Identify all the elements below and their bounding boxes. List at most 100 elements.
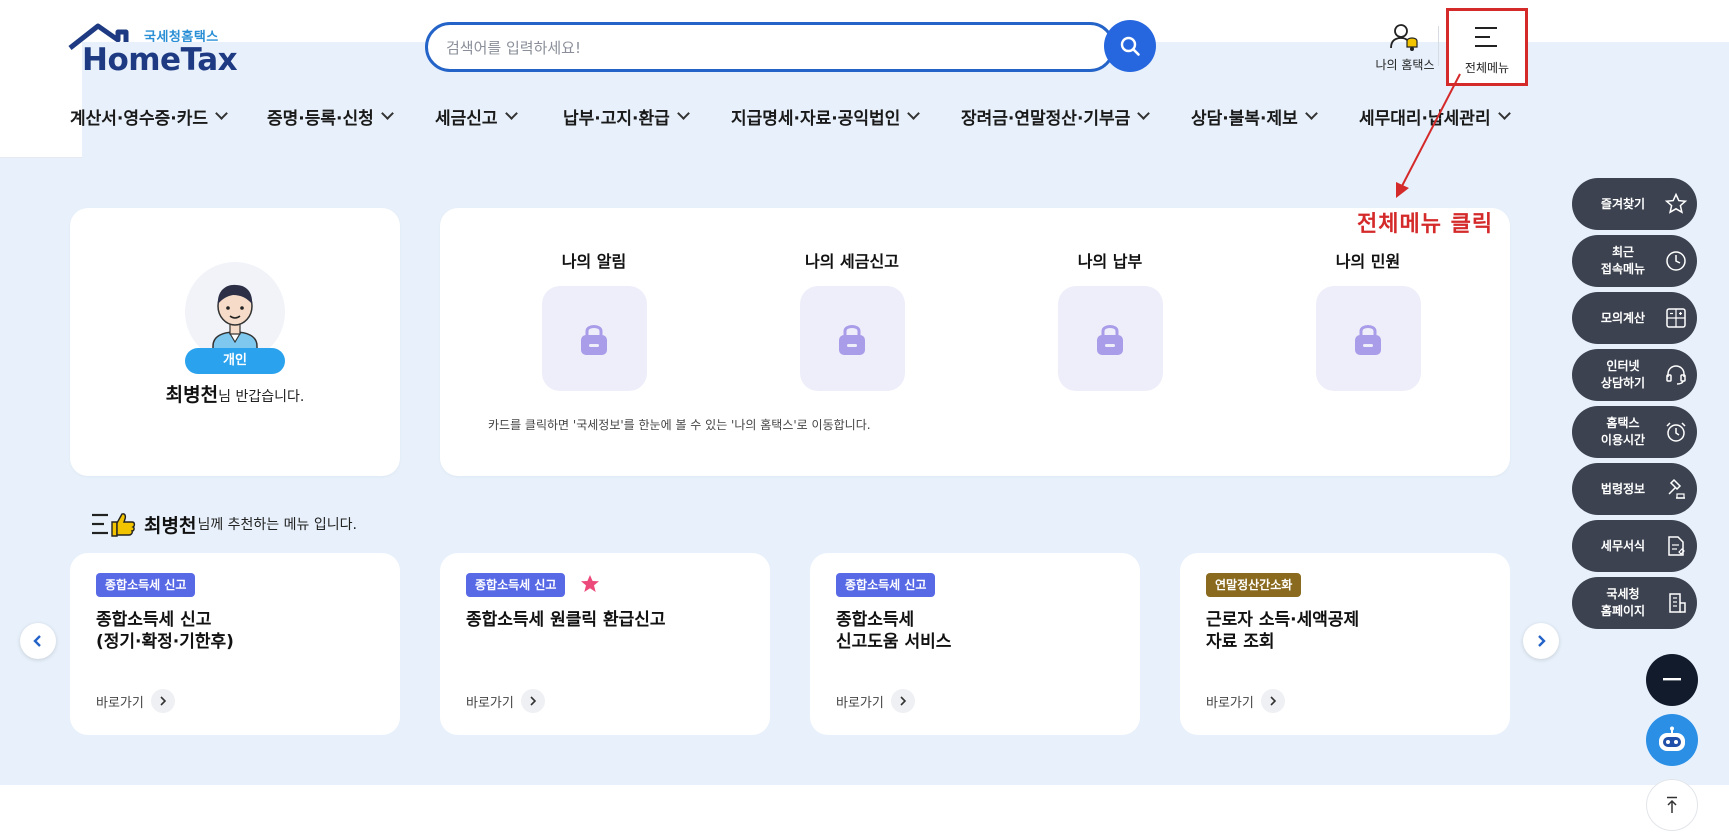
my-civil-petition-card[interactable]: 나의 민원: [1288, 248, 1448, 391]
user-bell-icon: [1390, 24, 1418, 51]
recommend-user-name: 최병천: [144, 514, 197, 537]
document-icon: [1668, 536, 1685, 556]
nav-label: 계산서·영수증·카드: [70, 108, 209, 129]
search-button[interactable]: [1104, 20, 1156, 72]
chatbot-button[interactable]: [1646, 714, 1698, 766]
quick-mock-calculation[interactable]: 모의계산: [1572, 292, 1697, 344]
recommend-card-one-click-refund[interactable]: 종합소득세 신고 종합소득세 원클릭 환급신고 바로가기: [440, 553, 770, 735]
chevron-down-icon: [1137, 107, 1151, 120]
search-input[interactable]: [446, 35, 1006, 61]
header-divider: [1438, 26, 1439, 66]
chevron-right-icon: [890, 689, 915, 713]
quick-law-info[interactable]: 법령정보: [1572, 463, 1697, 515]
quick-label: 인터넷 상담하기: [1600, 359, 1646, 390]
chevron-down-icon: [504, 107, 518, 120]
quick-label: 최근 접속메뉴: [1600, 245, 1646, 276]
shortcut-label: 바로가기: [466, 695, 514, 711]
shortcut-label: 바로가기: [836, 695, 884, 711]
shortcut-label: 바로가기: [96, 695, 144, 711]
quick-favorites[interactable]: 즐겨찾기: [1572, 178, 1697, 230]
lock-icon: [581, 324, 607, 355]
my-tax-filing-card[interactable]: 나의 세금신고: [772, 248, 932, 391]
my-payment-card[interactable]: 나의 납부: [1030, 248, 1190, 391]
avatar: [185, 262, 285, 362]
nav-tax-filing[interactable]: 세금신고: [435, 100, 563, 132]
category-tag: 종합소득세 신고: [96, 573, 196, 597]
recommend-card-filing-help[interactable]: 종합소득세 신고 종합소득세 신고도움 서비스 바로가기: [810, 553, 1140, 735]
main-navigation: 계산서·영수증·카드 증명·등록·신청 세금신고 납부·고지·환급 지급명세·자…: [70, 100, 1529, 132]
nav-payment-refund[interactable]: 납부·고지·환급: [563, 100, 731, 132]
person-avatar-icon: [212, 284, 258, 362]
scroll-top-button[interactable]: [1646, 779, 1698, 831]
user-name: 최병천: [165, 384, 219, 406]
category-tag: 연말정산간소화: [1206, 573, 1302, 597]
nav-label: 지급명세·자료·공익법인: [731, 108, 901, 129]
quick-label: 세무서식: [1600, 538, 1646, 553]
card-title: 종합소득세 신고 (정기·확정·기한후): [96, 610, 234, 652]
recommend-card-income-tax-filing[interactable]: 종합소득세 신고 종합소득세 신고 (정기·확정·기한후) 바로가기: [70, 553, 400, 735]
card-lock-box: [1315, 286, 1421, 391]
recommended-menu-title: 최병천 님께 추천하는 메뉴 입니다.: [90, 510, 357, 538]
shortcut-link[interactable]: 바로가기: [836, 689, 915, 713]
all-menu-button[interactable]: 전체메뉴: [1446, 8, 1528, 86]
shortcut-link[interactable]: 바로가기: [1206, 689, 1285, 713]
lock-icon: [1097, 324, 1123, 355]
my-hometax-summary-card: 나의 알림 나의 세금신고 나의 납부 나의 민원 카드를 클릭하면 '국세정보…: [440, 208, 1510, 476]
my-hometax-label: 나의 홈택스: [1375, 58, 1435, 72]
nav-invoice-receipt-card[interactable]: 계산서·영수증·카드: [70, 100, 267, 132]
shortcut-link[interactable]: 바로가기: [96, 689, 175, 713]
card-lock-box: [799, 286, 905, 391]
chevron-right-icon: [1260, 689, 1285, 713]
greeting-text: 최병천님 반갑습니다.: [70, 380, 400, 407]
card-title: 근로자 소득·세액공제 자료 조회: [1206, 610, 1360, 652]
quick-recent-menu[interactable]: 최근 접속메뉴: [1572, 235, 1697, 287]
chevron-right-icon: [150, 689, 175, 713]
nav-label: 세무대리·납세관리: [1359, 108, 1491, 129]
site-header: 국세청홈택스 HomeTax 나의 홈택스 전체메뉴 계산서·영수증·카드 증명…: [0, 0, 1729, 669]
quick-label: 홈택스 이용시간: [1600, 416, 1646, 447]
my-hometax-button[interactable]: 나의 홈택스: [1350, 22, 1460, 78]
minus-icon: [1663, 678, 1681, 681]
list-thumbs-up-icon: [92, 513, 136, 537]
quick-service-hours[interactable]: 홈택스 이용시간: [1572, 406, 1697, 458]
lock-icon: [839, 324, 865, 355]
recommend-card-deduction-data[interactable]: 연말정산간소화 근로자 소득·세액공제 자료 조회 바로가기: [1180, 553, 1510, 735]
nav-label: 장려금·연말정산·기부금: [961, 108, 1131, 129]
nav-payment-statement[interactable]: 지급명세·자료·공익법인: [731, 100, 961, 132]
calculator-icon: [1666, 308, 1686, 328]
search-box: [425, 22, 1115, 72]
card-title: 나의 납부: [1077, 252, 1143, 271]
quick-label: 모의계산: [1600, 310, 1646, 325]
gavel-icon: [1668, 478, 1685, 499]
quick-tax-forms[interactable]: 세무서식: [1572, 520, 1697, 572]
shortcut-label: 바로가기: [1206, 695, 1254, 711]
chevron-down-icon: [676, 107, 690, 120]
nav-label: 세금신고: [435, 108, 498, 129]
card-title: 나의 민원: [1335, 252, 1401, 271]
my-notification-card[interactable]: 나의 알림: [514, 248, 674, 391]
quick-nts-homepage[interactable]: 국세청 홈페이지: [1572, 577, 1697, 629]
slide-prev-button[interactable]: [20, 623, 56, 659]
quick-label: 즐겨찾기: [1600, 196, 1646, 211]
nav-label: 증명·등록·신청: [267, 108, 374, 129]
nav-tax-agent[interactable]: 세무대리·납세관리: [1359, 100, 1529, 132]
my-cards-note: 카드를 클릭하면 '국세정보'를 한눈에 볼 수 있는 '나의 홈택스'로 이동…: [488, 418, 871, 432]
nav-certificate-registration[interactable]: 증명·등록·신청: [267, 100, 435, 132]
building-icon: [1669, 593, 1686, 613]
nav-incentive-year-end[interactable]: 장려금·연말정산·기부금: [961, 100, 1191, 132]
card-title: 나의 알림: [561, 252, 627, 271]
hamburger-icon: [1475, 27, 1497, 47]
hometax-logo[interactable]: 국세청홈택스 HomeTax: [68, 22, 1729, 669]
collapse-quick-menu-button[interactable]: [1646, 654, 1698, 706]
chevron-left-icon: [33, 635, 41, 647]
category-tag: 종합소득세 신고: [836, 573, 936, 597]
nav-consulting-appeal[interactable]: 상담·불복·제보: [1191, 100, 1359, 132]
quick-internet-consulting[interactable]: 인터넷 상담하기: [1572, 349, 1697, 401]
nav-label: 납부·고지·환급: [563, 108, 670, 129]
search-icon: [1120, 36, 1140, 56]
slide-next-button[interactable]: [1523, 623, 1559, 659]
greeting-suffix: 님 반갑습니다.: [218, 389, 305, 405]
shortcut-link[interactable]: 바로가기: [466, 689, 545, 713]
quick-label: 법령정보: [1600, 481, 1646, 496]
alarm-icon: [1666, 422, 1686, 442]
